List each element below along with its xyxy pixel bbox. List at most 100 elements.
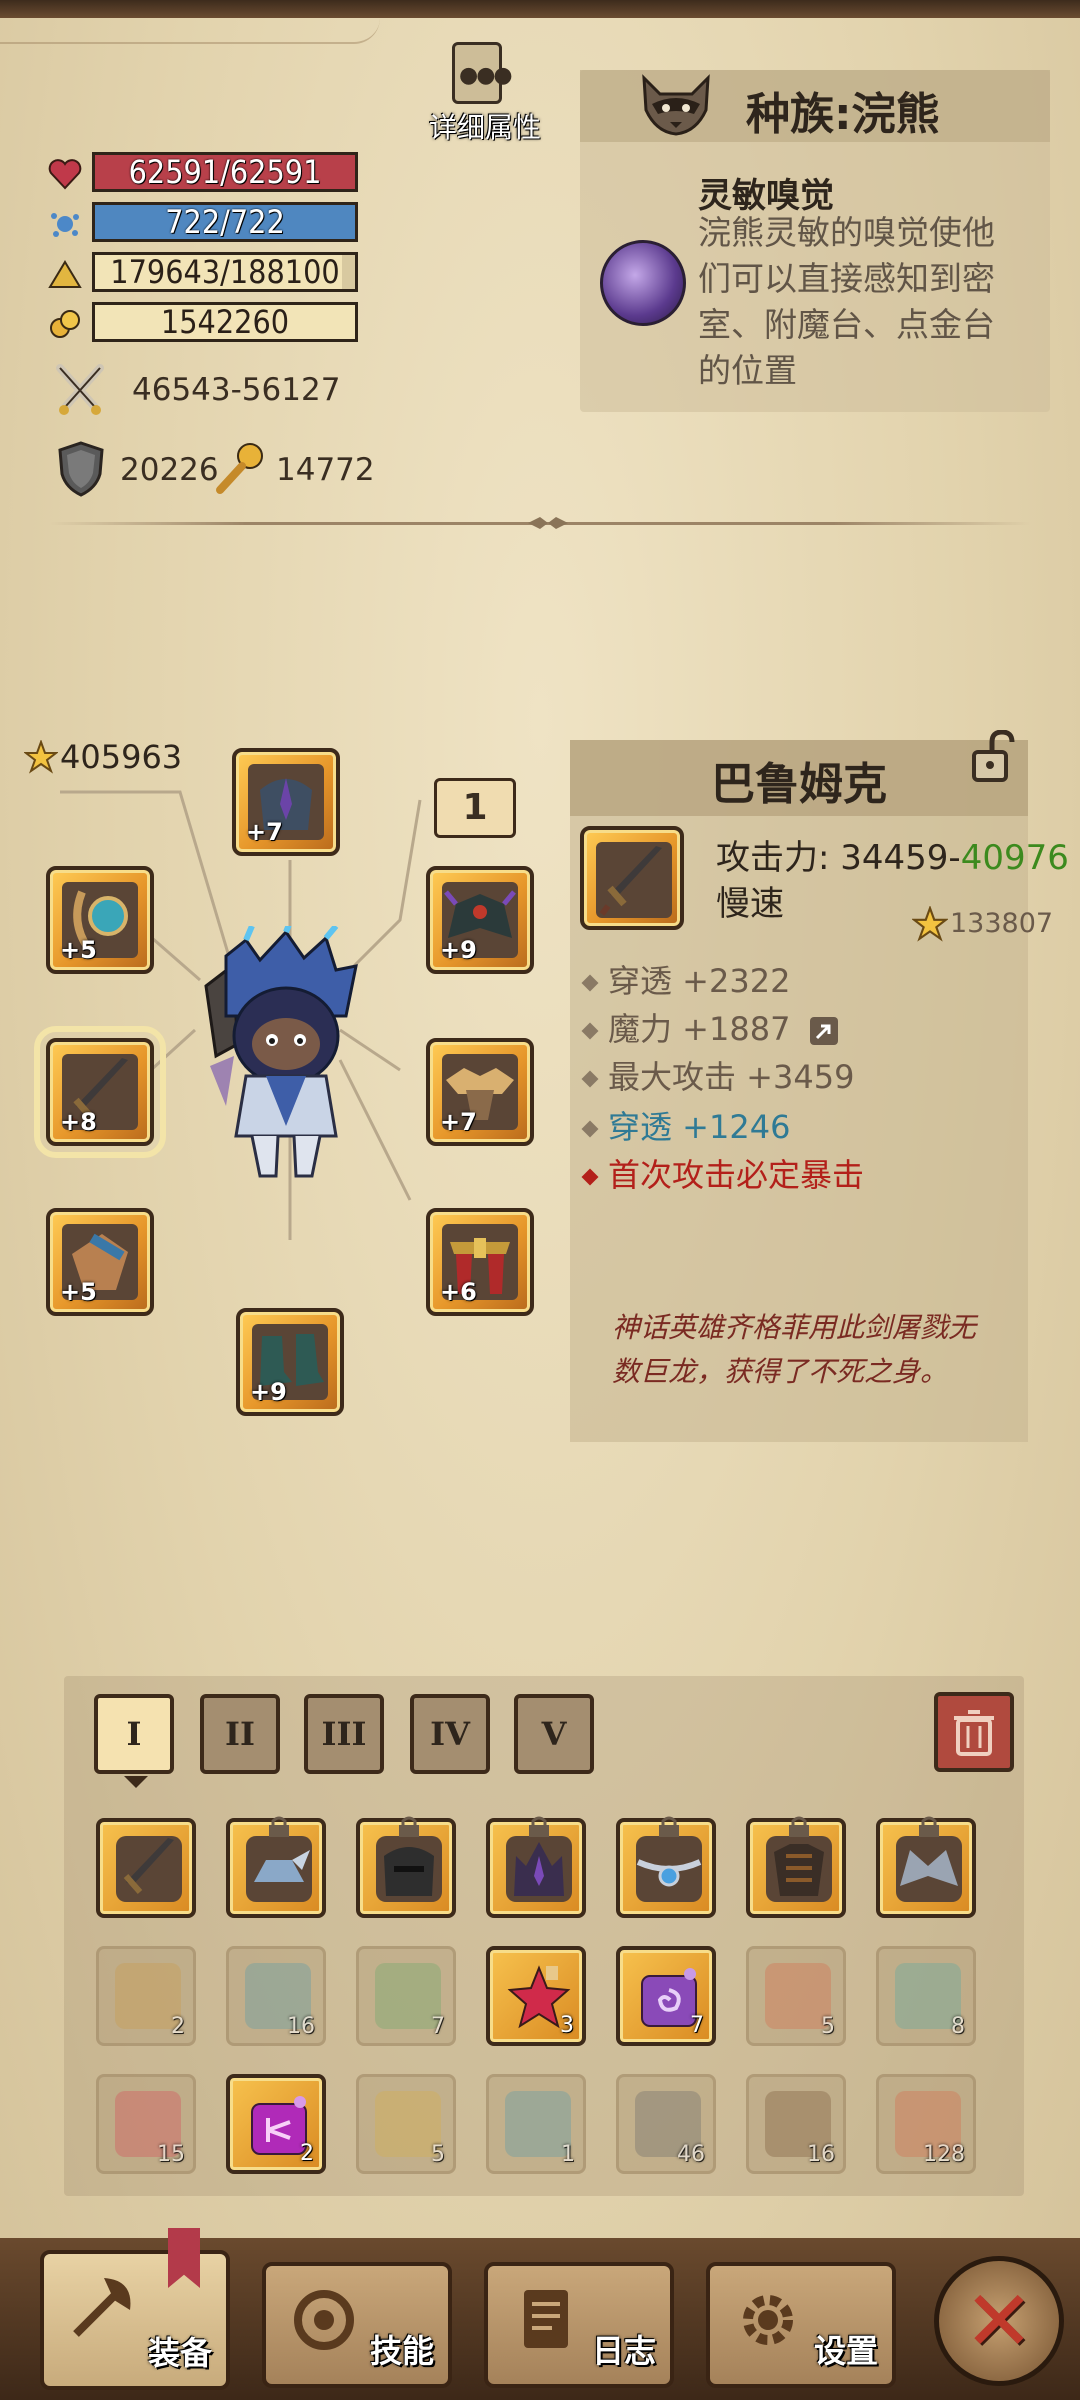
inventory-gear-slot[interactable] [96,1818,196,1918]
inventory-item-slot[interactable]: 8 [876,1946,976,2046]
bullet-diamond-icon [581,974,599,992]
winged-helm-icon [246,1836,312,1902]
keen-smell-skill-icon[interactable] [600,240,686,326]
item-count: 1 [561,2142,575,2167]
inventory-gear-slot[interactable] [486,1816,586,1918]
affix-row: 魔力 +1887 [581,1004,839,1050]
boots-level: +9 [250,1378,287,1406]
inventory-item-slot[interactable]: 5 [746,1946,846,2046]
tab-1[interactable]: I [94,1694,174,1774]
silver-amulet-icon [636,1836,702,1902]
frame-ornament [0,18,380,44]
hp-bar: 62591/62591 [92,152,358,192]
inventory-gear-slot[interactable] [876,1816,976,1918]
item-count: 16 [287,2014,315,2039]
inventory-item-slot[interactable]: 2 [96,1946,196,2046]
helmet-level: +7 [246,818,283,846]
item-attack: 攻击力: 34459-40976 [716,830,1069,879]
affix-row: 穿透 +2322 [581,956,790,1002]
mp-bar: 722/722 [92,202,358,242]
detail-attributes-button[interactable]: ●●● [452,42,513,104]
nav-skills-button[interactable]: 技能 [262,2262,452,2388]
close-button[interactable]: ✕ [934,2256,1064,2386]
lock-icon [659,1816,679,1837]
defense-value: 20226 [120,452,219,488]
xp-triangle-icon [48,260,82,288]
affix-row: 穿透 +1246 [581,1102,790,1148]
item-count: 7 [690,2013,704,2038]
lock-icon [919,1816,939,1837]
xp-bar: 179643/188100 [92,252,358,292]
inventory-gear-slot[interactable] [616,1816,716,1918]
weapon-level: +8 [60,1108,97,1136]
inventory-item-slot[interactable]: 128 [876,2074,976,2174]
tab-3[interactable]: III [304,1694,384,1774]
inventory-gear-slot[interactable] [356,1816,456,1918]
affix-row: 最大攻击 +3459 [581,1052,855,1098]
nav-skills-label: 技能 [369,2332,434,2370]
item-preview-slot [580,826,684,930]
unlock-icon[interactable] [972,730,1018,782]
gold-row: 1542260 [48,302,360,346]
affix-text: 首次攻击必定暴击 [608,1156,865,1194]
trash-button[interactable] [934,1692,1014,1772]
affix-text: 最大攻击 +3459 [608,1058,855,1096]
wing-shoulder-icon [896,1836,962,1902]
inventory-item-slot[interactable]: 16 [746,2074,846,2174]
item-score: 133807 [950,908,1054,939]
shield-icon [58,441,104,497]
inventory-item-slot[interactable]: 1 [486,2074,586,2174]
gloves-slot[interactable]: +5 [46,1208,154,1316]
tab-2[interactable]: II [200,1694,280,1774]
nav-equipment-button[interactable]: 装备 [40,2250,230,2390]
more-dots-icon: ●●● [459,63,513,88]
inventory-item-slot[interactable]: 46 [616,2074,716,2174]
item-count: 46 [677,2142,705,2167]
detail-attributes-label[interactable]: 详细属性 [420,106,550,146]
lock-icon [529,1816,549,1837]
shoulder-slot[interactable]: +9 [426,866,534,974]
axe-icon [73,2278,131,2337]
affix-row: 首次攻击必定暴击 [581,1150,865,1196]
inventory-gear-slot[interactable] [226,1816,326,1918]
tab-5[interactable]: V [514,1694,594,1774]
dark-helm-icon [376,1836,442,1902]
gear-icon [743,2295,793,2345]
bullet-diamond-icon [581,1022,599,1040]
boots-slot[interactable]: +9 [236,1308,344,1416]
crown-helm-icon [506,1836,572,1902]
race-skill-description: 浣熊灵敏的嗅觉使他们可以直接感知到密室、附魔台、点金台的位置 [698,213,995,390]
top-frame-edge [0,0,1080,18]
nav-settings-button[interactable]: 设置 [706,2262,896,2388]
item-count: 15 [157,2142,185,2167]
inventory-item-slot[interactable]: 2 [226,2074,326,2174]
hp-row: 62591/62591 [48,152,360,196]
inventory-item-slot[interactable]: 3 [486,1946,586,2046]
upgrade-arrow-icon[interactable] [809,1016,839,1046]
gold-bar: 1542260 [92,302,358,342]
item-speed: 慢速 [716,884,784,924]
weapon-slot[interactable]: +8 [34,1026,166,1158]
hero-character[interactable] [186,926,386,1188]
tab-4[interactable]: IV [410,1694,490,1774]
item-count: 5 [431,2142,445,2167]
inventory-gear-slot[interactable] [746,1816,846,1918]
item-count: 7 [431,2014,445,2039]
nav-log-button[interactable]: 日志 [484,2262,674,2388]
belt-slot[interactable]: +6 [426,1208,534,1316]
attack-range-label: 攻击力: 34459- [716,838,961,878]
item-count: 2 [300,2141,314,2166]
inventory-item-slot[interactable]: 5 [356,2074,456,2174]
helmet-slot[interactable]: +7 [232,748,340,856]
nav-log-label: 日志 [591,2332,656,2370]
chest-slot[interactable]: +7 [426,1038,534,1146]
lock-icon [399,1816,419,1837]
amulet-slot[interactable]: +5 [46,866,154,974]
inventory-item-slot[interactable]: 16 [226,1946,326,2046]
inventory-item-slot[interactable]: 15 [96,2074,196,2174]
attack-value: 46543-56127 [132,372,341,408]
item-count: 3 [560,2013,574,2038]
inventory-item-slot[interactable]: 7 [616,1946,716,2046]
inventory-item-slot[interactable]: 7 [356,1946,456,2046]
bullet-diamond-icon [581,1120,599,1138]
